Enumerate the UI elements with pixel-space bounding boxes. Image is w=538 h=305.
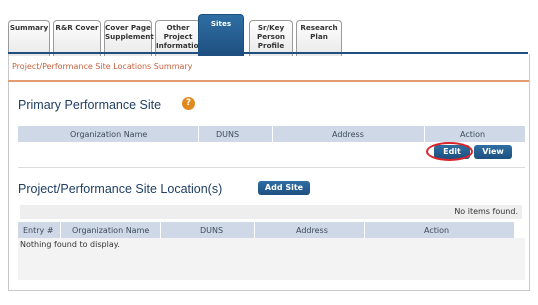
tab-sr-key-person-profile[interactable]: Sr/Key Person Profile bbox=[249, 20, 293, 56]
tab-other-project-information[interactable]: Other Project Information bbox=[155, 20, 204, 56]
col-organization-name: Organization Name bbox=[72, 226, 150, 235]
no-items-label: No items found. bbox=[20, 205, 522, 219]
primary-table-header: Organization Name DUNS Address Action bbox=[18, 126, 525, 142]
highlight-circle bbox=[426, 142, 473, 161]
primary-site-heading: Primary Performance Site bbox=[18, 98, 162, 112]
col-action: Action bbox=[424, 226, 450, 235]
col-entry: Entry # bbox=[23, 226, 54, 235]
col-action: Action bbox=[460, 130, 486, 139]
tab-cover-page-supplement[interactable]: Cover Page Supplement bbox=[104, 20, 154, 56]
no-items-text: No items found. bbox=[454, 207, 518, 216]
col-address: Address bbox=[332, 130, 364, 139]
col-duns: DUNS bbox=[200, 226, 224, 235]
summary-title: Project/Performance Site Locations Summa… bbox=[12, 62, 193, 71]
empty-message: Nothing found to display. bbox=[20, 240, 120, 249]
tab-summary[interactable]: Summary bbox=[8, 20, 50, 56]
col-address: Address bbox=[296, 226, 328, 235]
tab-rr-cover[interactable]: R&R Cover bbox=[53, 20, 101, 56]
summary-header: Project/Performance Site Locations Summa… bbox=[8, 54, 528, 80]
help-icon[interactable]: ? bbox=[182, 97, 195, 110]
tab-research-plan[interactable]: Research Plan bbox=[296, 20, 342, 56]
col-duns: DUNS bbox=[216, 130, 240, 139]
tab-bar: Summary R&R Cover Cover Page Supplement … bbox=[8, 12, 536, 56]
col-organization-name: Organization Name bbox=[70, 130, 148, 139]
summary-divider bbox=[8, 80, 529, 82]
sites-table-header: Entry # Organization Name DUNS Address A… bbox=[18, 222, 514, 238]
add-site-button[interactable]: Add Site bbox=[258, 181, 310, 195]
section-divider bbox=[18, 167, 525, 168]
view-button[interactable]: View bbox=[474, 145, 512, 159]
tab-sites[interactable]: Sites bbox=[198, 14, 244, 56]
sites-heading: Project/Performance Site Location(s) bbox=[18, 182, 223, 196]
